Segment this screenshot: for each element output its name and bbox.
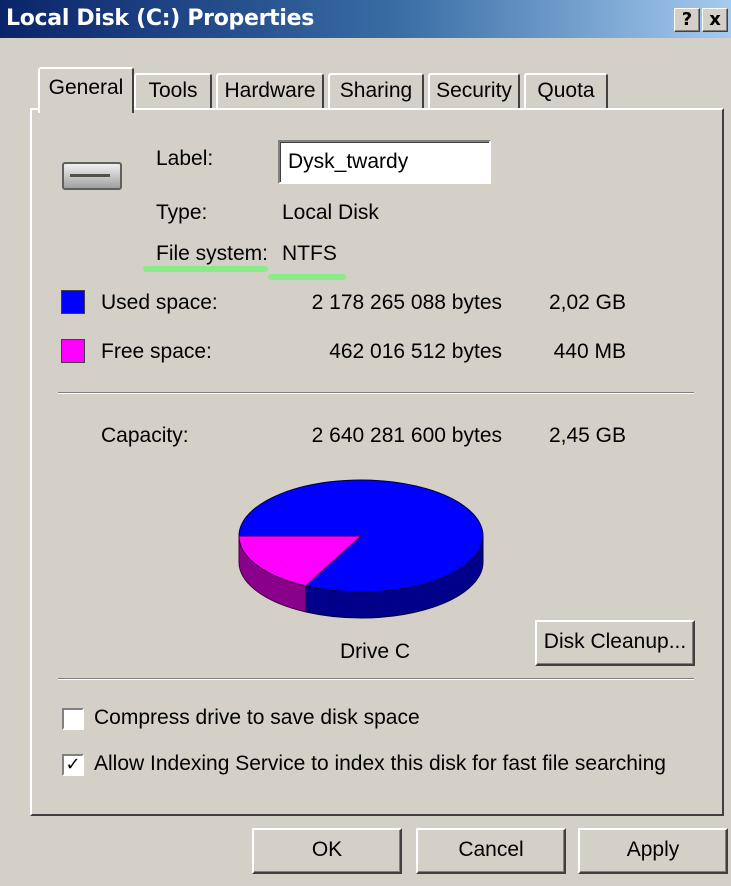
apply-button[interactable]: Apply <box>578 828 728 874</box>
label-input[interactable] <box>278 140 491 184</box>
compress-label: Compress drive to save disk space <box>94 706 420 729</box>
file-system-value: NTFS <box>282 242 337 265</box>
free-space-caption: Free space: <box>101 340 212 363</box>
type-caption: Type: <box>156 201 208 224</box>
tab-security[interactable]: Security <box>428 73 520 109</box>
disk-usage-pie-chart <box>238 479 484 619</box>
file-system-caption: File system: <box>156 242 269 265</box>
free-space-swatch <box>61 339 85 363</box>
hard-drive-icon <box>62 162 122 190</box>
drive-caption: Drive C <box>340 640 411 663</box>
type-value: Local Disk <box>282 201 379 224</box>
divider <box>58 392 694 394</box>
capacity-caption: Capacity: <box>101 424 189 447</box>
used-space-caption: Used space: <box>101 291 218 314</box>
title-bar: Local Disk (C:) Properties ? x <box>0 0 731 38</box>
disk-cleanup-button[interactable]: Disk Cleanup... <box>535 620 695 666</box>
tab-general[interactable]: General <box>38 67 134 113</box>
ok-button[interactable]: OK <box>252 828 402 874</box>
capacity-size: 2,45 GB <box>548 424 626 447</box>
window-title: Local Disk (C:) Properties <box>6 6 314 31</box>
used-space-bytes: 2 178 265 088 bytes <box>311 291 502 314</box>
free-space-size: 440 MB <box>553 340 626 363</box>
used-space-size: 2,02 GB <box>548 291 626 314</box>
file-system-highlight <box>143 266 268 272</box>
divider-lower <box>58 678 694 680</box>
free-space-bytes: 462 016 512 bytes <box>329 340 502 363</box>
ntfs-highlight <box>268 274 346 280</box>
tab-hardware[interactable]: Hardware <box>216 73 324 109</box>
tab-quota[interactable]: Quota <box>524 73 608 109</box>
used-space-swatch <box>61 290 85 314</box>
cancel-button[interactable]: Cancel <box>416 828 566 874</box>
help-button[interactable]: ? <box>674 8 700 32</box>
capacity-bytes: 2 640 281 600 bytes <box>311 424 502 447</box>
indexing-checkbox[interactable]: ✓ <box>62 754 84 776</box>
close-button[interactable]: x <box>702 8 728 32</box>
compress-checkbox[interactable] <box>62 708 84 730</box>
tab-tools[interactable]: Tools <box>134 73 212 109</box>
label-caption: Label: <box>156 147 214 170</box>
indexing-label: Allow Indexing Service to index this dis… <box>94 752 666 775</box>
tab-sharing[interactable]: Sharing <box>328 73 424 109</box>
